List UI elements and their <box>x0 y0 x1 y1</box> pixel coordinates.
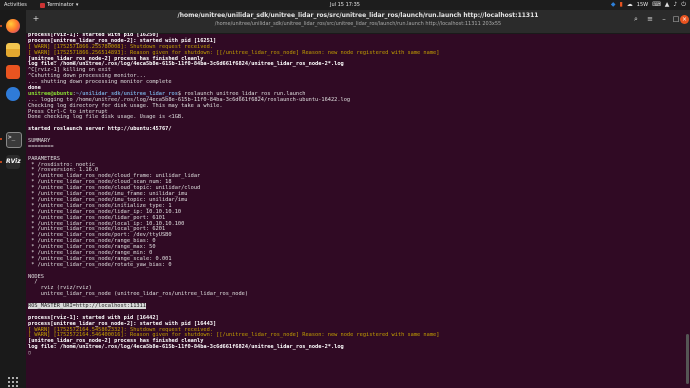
weather-icon[interactable]: ☁ <box>627 0 633 10</box>
system-tray[interactable]: ◆ ▮ ☁ 15W ⌨ ▲ ♪ ⏻ <box>611 0 686 10</box>
scrollbar-thumb[interactable] <box>686 334 689 384</box>
terminal-text: * /unitree_lidar_ros_node/rotate_yaw_bia… <box>28 261 172 268</box>
chevron-down-icon: ▾ <box>75 2 79 8</box>
terminal-line: ▯ <box>28 350 690 357</box>
new-tab-button[interactable]: + <box>29 13 43 24</box>
cpu-monitor-icon[interactable]: ▮ <box>619 0 622 10</box>
terminal-text: log file: /home/unitree/.ros/log/4eca5b8… <box>28 344 344 351</box>
software-center-icon[interactable] <box>3 62 23 82</box>
close-button[interactable]: × <box>680 15 689 24</box>
running-indicator <box>0 25 2 27</box>
files-launcher-icon[interactable] <box>3 40 23 60</box>
dock: RViz <box>0 10 27 388</box>
terminal-window: + /home/unitree/unilidar_sdk/unitree_lid… <box>26 10 690 388</box>
app-menu-label: Terminator <box>47 2 74 8</box>
volume-icon[interactable]: ♪ <box>673 0 677 10</box>
show-applications-icon[interactable] <box>7 376 19 388</box>
hamburger-menu-icon[interactable]: ≡ <box>644 14 656 24</box>
temperature-label: 15W <box>636 2 649 8</box>
terminal-text: Done checking log file disk usage. Usage… <box>28 114 185 121</box>
terminal-text: started roslaunch server http://ubuntu:4… <box>28 126 172 133</box>
terminal-text: ======== <box>28 143 54 150</box>
help-launcher-icon[interactable] <box>3 84 23 104</box>
terminal-text: ... shutting down processing monitor com… <box>28 79 172 86</box>
firefox-launcher-icon[interactable] <box>0 16 23 36</box>
minimize-button[interactable]: – <box>658 14 670 24</box>
running-indicator <box>0 161 2 163</box>
window-subtitle: /home/unitree/unilidar_sdk/unitree_lidar… <box>214 21 502 27</box>
terminator-app-icon <box>40 2 45 8</box>
terminal-text: ▯ <box>28 350 32 357</box>
terminal-scrollbar[interactable] <box>686 34 689 388</box>
activities-button[interactable]: Activities <box>4 0 27 10</box>
terminal-output[interactable]: process[rviz-1]: started with pid [16250… <box>26 33 690 388</box>
terminal-launcher-icon[interactable] <box>0 129 23 149</box>
window-title: /home/unitree/unilidar_sdk/unitree_lidar… <box>177 12 539 19</box>
window-titlebar[interactable]: + /home/unitree/unilidar_sdk/unitree_lid… <box>26 10 690 34</box>
app-menu[interactable]: Terminator ▾ <box>40 0 78 10</box>
terminal-text: unitree_lidar_ros_node (unitree_lidar_ro… <box>28 291 249 298</box>
network-icon[interactable]: ▲ <box>665 0 670 10</box>
terminal-text: ROS_MASTER_URI=http://localhost:11311 <box>28 302 146 309</box>
search-icon[interactable]: ⌕ <box>630 14 642 24</box>
rviz-launcher-icon[interactable]: RViz <box>0 152 23 172</box>
date-time-clock[interactable]: Jul 15 17:35 <box>330 2 360 8</box>
dropbox-icon[interactable]: ◆ <box>611 0 616 10</box>
keyboard-layout-icon[interactable]: ⌨ <box>652 0 661 10</box>
power-icon[interactable]: ⏻ <box>681 0 686 10</box>
running-indicator <box>0 138 2 140</box>
top-panel: Activities Terminator ▾ Jul 15 17:35 ◆ ▮ ☁… <box>0 0 690 10</box>
